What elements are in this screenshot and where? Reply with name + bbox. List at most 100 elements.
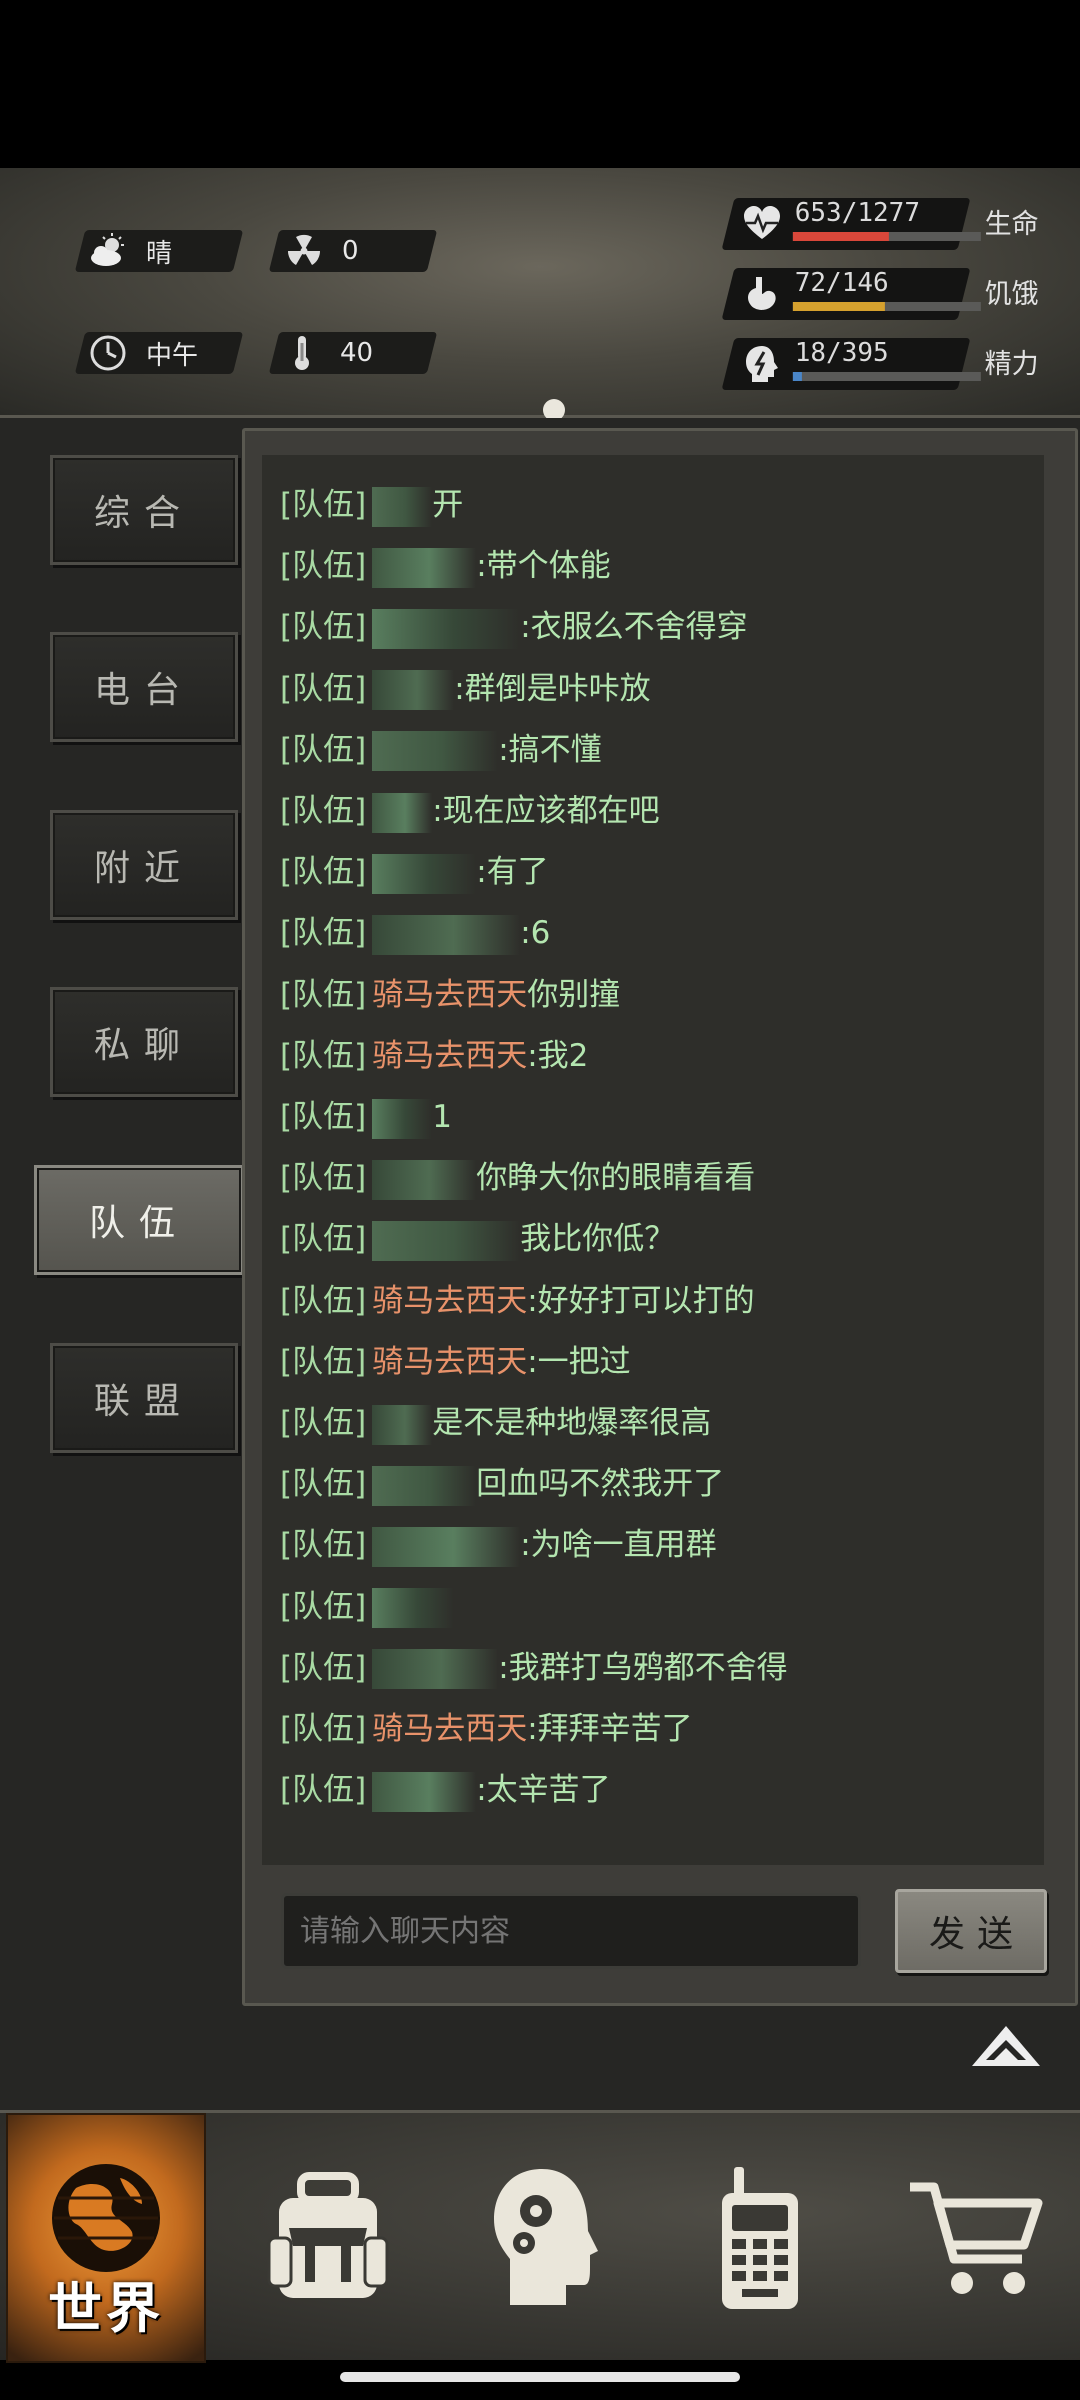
tab-nearby[interactable]: 附近 [50, 810, 238, 920]
channel-tag: [队伍] [280, 1711, 367, 1747]
chat-message: [队伍]:为啥一直用群 [280, 1523, 717, 1567]
thermometer-icon [295, 336, 309, 370]
send-button[interactable]: 发送 [895, 1889, 1047, 1973]
head-gears-icon [494, 2169, 598, 2305]
backpack-icon [267, 2172, 389, 2298]
status-header: 晴 0 中午 40 653/1277 生命 72/146 饥饿 18/395 精… [0, 168, 1080, 546]
nav-radio-button[interactable] [660, 2113, 860, 2363]
chat-message: [队伍]:群倒是咔咔放 [280, 667, 651, 711]
bottom-nav: 世界 [0, 2110, 1080, 2363]
hunger-label: 饥饿 [984, 279, 1039, 310]
message-text: :带个体能 [476, 548, 611, 585]
tab-alliance[interactable]: 联盟 [50, 1343, 238, 1453]
nav-skills-button[interactable] [444, 2113, 644, 2363]
message-text: 你别撞 [527, 976, 621, 1013]
channel-tag: [队伍] [280, 1037, 367, 1074]
redacted-sender [372, 1649, 499, 1690]
energy-bar: 18/395 精力 [721, 338, 1039, 390]
chat-message: [队伍]:我群打乌鸦都不舍得 [280, 1646, 788, 1690]
chat-message: [队伍] [280, 1585, 455, 1629]
energy-label: 精力 [984, 349, 1039, 380]
chat-message: [队伍] 1 [280, 1095, 452, 1139]
chat-message-list[interactable]: [队伍] 开 [队伍]:带个体能 [队伍]:衣服么不舍得穿 [队伍]:群倒是咔咔放 [队伍… [262, 455, 1044, 1865]
channel-tag: [队伍] [280, 1099, 367, 1135]
chat-message: [队伍] 开 [280, 483, 463, 527]
energy-fill [792, 372, 803, 381]
redacted-sender [372, 486, 433, 527]
weather-value: 晴 [146, 238, 173, 269]
energy-value: 18/395 [794, 338, 889, 368]
channel-tag: [队伍] [280, 548, 367, 585]
channel-tag: [队伍] [280, 854, 367, 891]
tab-private[interactable]: 私聊 [50, 987, 238, 1097]
globe-icon [52, 2164, 160, 2272]
sender-name[interactable]: 骑马去西天 [372, 1344, 527, 1380]
chat-message: [队伍] 骑马去西天:好好打可以打的 [280, 1279, 755, 1323]
message-text: :搞不懂 [498, 731, 602, 768]
message-text: :太辛苦了 [476, 1772, 611, 1809]
channel-tag: [队伍] [280, 1343, 367, 1380]
stomach-icon [748, 277, 776, 310]
sender-name[interactable]: 骑马去西天 [372, 977, 527, 1013]
message-text: 1 [432, 1099, 452, 1135]
nav-shop-button[interactable] [876, 2113, 1076, 2363]
temperature-value: 40 [340, 338, 374, 368]
message-text: :群倒是咔咔放 [454, 670, 651, 707]
channel-tag: [队伍] [280, 1405, 367, 1441]
message-text: :我2 [527, 1037, 589, 1074]
channel-tag: [队伍] [280, 1527, 367, 1564]
chat-message: [队伍]:6 [280, 911, 550, 955]
collapse-chevron-icon[interactable] [970, 2022, 1042, 2070]
channel-tag: [队伍] [280, 609, 367, 646]
redacted-sender [372, 1404, 433, 1445]
message-text: :好好打可以打的 [527, 1282, 755, 1319]
redacted-sender [372, 1220, 521, 1261]
sender-name[interactable]: 骑马去西天 [372, 1038, 527, 1074]
sender-name[interactable]: 骑马去西天 [372, 1283, 527, 1319]
tab-team[interactable]: 队伍 [34, 1165, 244, 1275]
chat-input[interactable] [281, 1893, 861, 1969]
redacted-sender [372, 547, 477, 588]
redacted-sender [372, 914, 521, 955]
message-text: 开 [432, 487, 464, 523]
redacted-sender [372, 670, 455, 711]
redacted-sender [372, 1465, 477, 1506]
redacted-sender [372, 853, 477, 894]
chat-message: [队伍] 骑马去西天你别撞 [280, 973, 620, 1017]
channel-tag: [队伍] [280, 1588, 367, 1625]
chat-message: [队伍] 骑马去西天:一把过 [280, 1340, 631, 1384]
message-text: 我比你低？ [520, 1221, 676, 1258]
message-text: :现在应该都在吧 [432, 793, 660, 829]
channel-tag: [队伍] [280, 487, 367, 523]
radiation-icon [287, 234, 321, 265]
sender-name[interactable]: 骑马去西天 [372, 1711, 527, 1747]
channel-tag: [队伍] [280, 976, 367, 1013]
message-text: 是不是种地爆率很高 [432, 1405, 712, 1441]
tab-radio[interactable]: 电台 [50, 632, 238, 742]
chat-message: [队伍] 是不是种地爆率很高 [280, 1401, 711, 1445]
hunger-fill [792, 302, 885, 311]
nav-world-label: 世界 [48, 2277, 164, 2340]
message-text: 你睁大你的眼睛看看 [476, 1160, 756, 1197]
hunger-bar: 72/146 饥饿 [721, 268, 1039, 320]
chat-message: [队伍]:搞不懂 [280, 728, 602, 772]
message-text: :一把过 [527, 1343, 631, 1380]
redacted-sender [372, 1588, 455, 1629]
nav-backpack-button[interactable] [228, 2113, 428, 2363]
tab-general[interactable]: 综合 [50, 455, 238, 565]
message-text: :6 [520, 915, 551, 952]
redacted-sender [372, 731, 499, 772]
radiation-value: 0 [342, 236, 359, 266]
channel-tag: [队伍] [280, 1466, 367, 1503]
weather-stat: 晴 [74, 230, 244, 272]
health-label: 生命 [984, 209, 1039, 240]
hunger-value: 72/146 [794, 268, 889, 298]
channel-tag: [队伍] [280, 1649, 367, 1686]
clock-icon [90, 335, 126, 371]
shopping-cart-icon [910, 2182, 1043, 2294]
redacted-sender [372, 1771, 477, 1812]
time-value: 中午 [146, 340, 199, 371]
message-text: :有了 [476, 854, 549, 891]
redacted-sender [372, 792, 433, 833]
nav-world-button[interactable]: 世界 [6, 2113, 206, 2363]
